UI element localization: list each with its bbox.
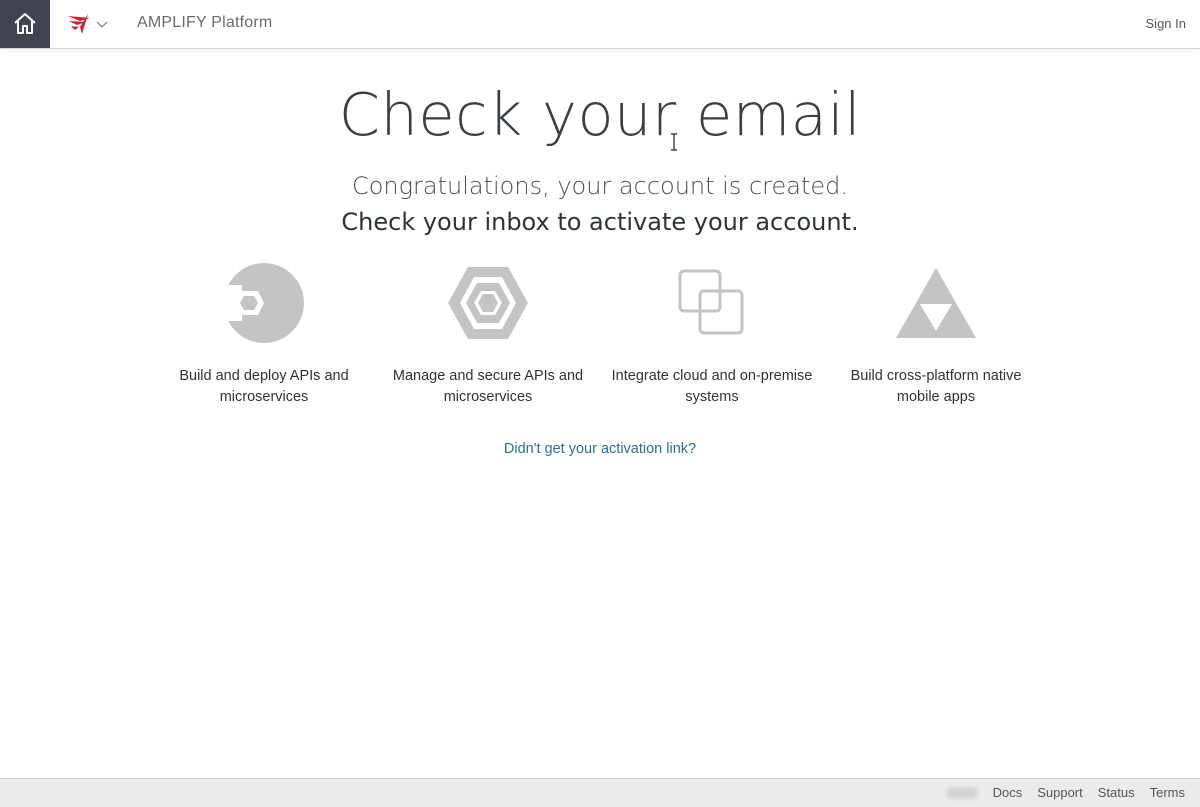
footer-link-support[interactable]: Support: [1037, 785, 1083, 800]
footer-link-terms[interactable]: Terms: [1150, 785, 1185, 800]
feature-list: Build and deploy APIs and microservices …: [152, 258, 1048, 408]
api-management-icon: [448, 267, 528, 339]
resend-activation: Didn't get your activation link?: [0, 441, 1200, 457]
congratulations-message: Congratulations, your account is created…: [351, 172, 849, 200]
mobile-apps-icon: [896, 268, 976, 338]
integration-icon: [678, 269, 744, 335]
feature-item: Manage and secure APIs and microservices: [376, 258, 600, 408]
feature-label: Build cross-platform native mobile apps: [850, 368, 1022, 405]
home-button[interactable]: [0, 0, 50, 48]
footer-link-docs[interactable]: Docs: [993, 785, 1023, 800]
sign-in-link[interactable]: Sign In: [1146, 16, 1186, 31]
axway-logo-icon: [68, 14, 90, 34]
app-title: AMPLIFY Platform: [137, 14, 273, 31]
feature-item: Build and deploy APIs and microservices: [152, 258, 376, 408]
home-icon: [14, 13, 36, 34]
page-title: Check your email: [338, 80, 862, 149]
resend-activation-link[interactable]: Didn't get your activation link?: [504, 441, 696, 457]
feature-label: Manage and secure APIs and microservices: [392, 368, 584, 405]
footer: Docs Support Status Terms: [0, 778, 1200, 807]
text-cursor-icon: [670, 133, 678, 156]
top-navigation-bar: AMPLIFY Platform Sign In: [0, 0, 1200, 49]
footer-link-status[interactable]: Status: [1098, 785, 1135, 800]
blurred-version-text: [945, 786, 978, 799]
feature-label: Build and deploy APIs and microservices: [179, 368, 349, 405]
api-builder-icon: [224, 263, 304, 343]
feature-item: Build cross-platform native mobile apps: [824, 258, 1048, 408]
chevron-down-icon: [96, 21, 108, 28]
brand-menu[interactable]: [66, 12, 108, 36]
feature-item: Integrate cloud and on-premise systems: [600, 258, 824, 408]
activation-instruction: Check your inbox to activate your accoun…: [341, 208, 859, 236]
feature-label: Integrate cloud and on-premise systems: [611, 368, 813, 405]
